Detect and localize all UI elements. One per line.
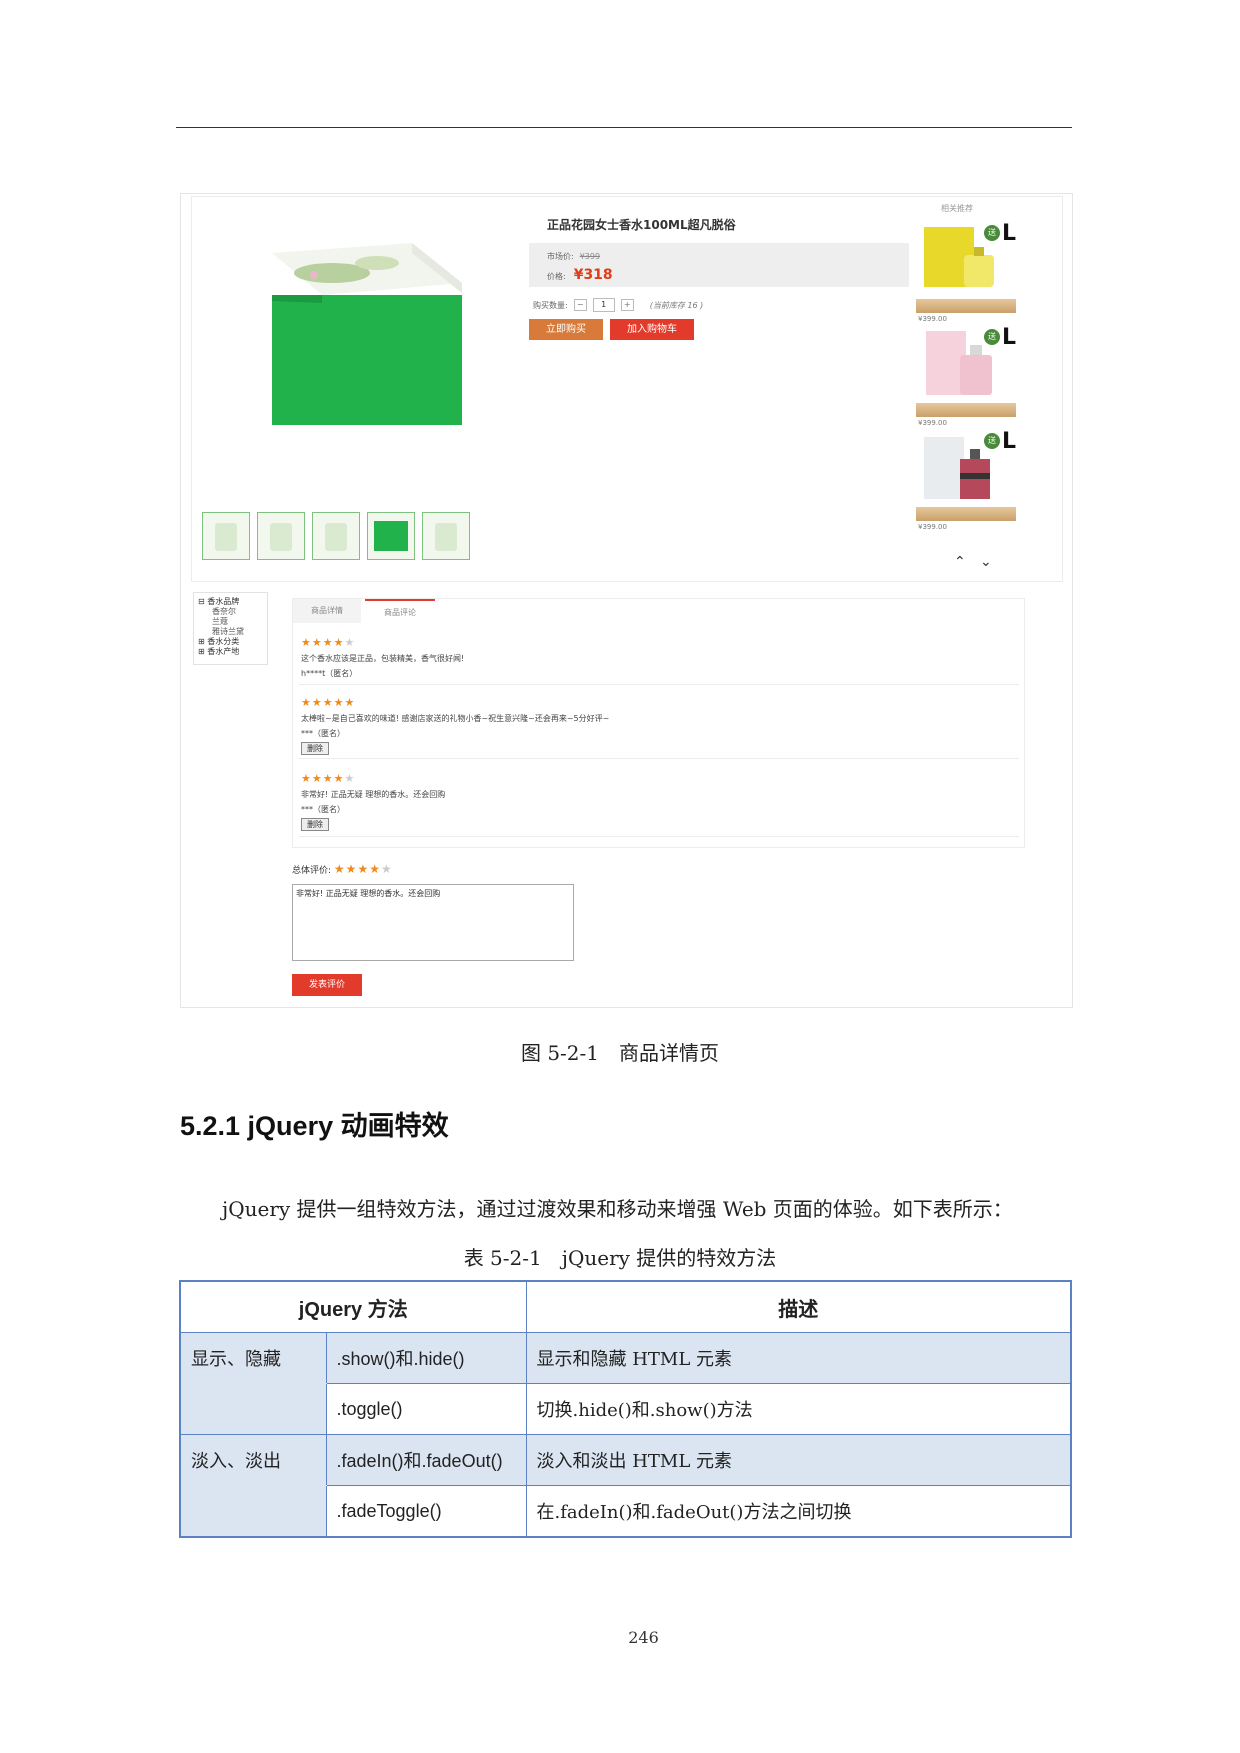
review-item: ★★★★★ 太棒啦~是自己喜欢的味道! 感谢店家送的礼物小香~祝生意兴隆~还会再… <box>299 695 1019 759</box>
review-user: ***（匿名） <box>301 805 345 814</box>
related-item[interactable]: 送 L ¥399.00 <box>916 221 1016 329</box>
related-item-bar <box>916 507 1016 521</box>
table-row: 淡入、淡出 .fadeIn()和.fadeOut() 淡入和淡出 HTML 元素 <box>179 1434 1072 1486</box>
delete-review-button[interactable]: 删除 <box>301 742 329 755</box>
description-cell: 在.fadeIn()和.fadeOut()方法之间切换 <box>525 1485 1072 1538</box>
page-number: 246 <box>628 1628 659 1647</box>
tab-details[interactable]: 商品详情 <box>293 599 361 623</box>
size-label: L <box>1002 429 1017 454</box>
price-box: 市场价: ¥399 价格: ¥318 <box>529 243 909 287</box>
product-title: 正品花园女士香水100ML超凡脱俗 <box>547 218 736 232</box>
category-brand[interactable]: ⊟ 香水品牌 <box>198 597 263 607</box>
overall-stars[interactable]: ★★★★ <box>334 862 381 876</box>
description-cell: 显示和隐藏 HTML 元素 <box>525 1332 1072 1384</box>
method-cell: .show()和.hide() <box>325 1332 527 1384</box>
review-text: 这个香水应该是正品，包装精美，香气很好闻! <box>301 654 465 663</box>
category-type[interactable]: ⊞ 香水分类 <box>198 637 263 647</box>
rating-stars: ★★★★ <box>301 636 345 649</box>
perfume-image <box>924 227 994 287</box>
method-cell: .fadeToggle() <box>325 1485 527 1538</box>
overall-label: 总体评价: <box>292 866 332 876</box>
group-cell: 显示、隐藏 <box>179 1332 327 1384</box>
size-label: L <box>1002 221 1017 246</box>
delete-review-button[interactable]: 删除 <box>301 818 329 831</box>
category-item[interactable]: 香奈尔 <box>212 607 263 617</box>
thumbnail-strip <box>202 512 470 560</box>
group-cell <box>179 1383 327 1435</box>
submit-review-button[interactable]: 发表评价 <box>292 974 362 996</box>
description-cell: 切换.hide()和.show()方法 <box>525 1383 1072 1435</box>
method-cell: .toggle() <box>325 1383 527 1435</box>
thumbnail[interactable] <box>422 512 470 560</box>
thumbnail[interactable] <box>367 512 415 560</box>
header-method: jQuery 方法 <box>179 1280 527 1333</box>
tab-reviews[interactable]: 商品评论 <box>365 599 435 623</box>
stock-text: (当前库存 16 ) <box>649 300 704 310</box>
category-origin[interactable]: ⊞ 香水产地 <box>198 647 263 657</box>
review-user: ***（匿名） <box>301 729 345 738</box>
method-cell: .fadeIn()和.fadeOut() <box>325 1434 527 1486</box>
group-cell: 淡入、淡出 <box>179 1434 327 1486</box>
quantity-plus-button[interactable]: + <box>620 299 634 311</box>
body-paragraph: jQuery 提供一组特效方法，通过过渡效果和移动来增强 Web 页面的体验。如… <box>222 1197 1013 1221</box>
category-item[interactable]: 雅诗兰黛 <box>212 627 263 637</box>
sale-price: 价格: ¥318 <box>547 267 613 283</box>
thumbnail[interactable] <box>312 512 360 560</box>
main-product-image <box>272 243 462 425</box>
rating-stars: ★★★★ <box>301 772 345 785</box>
effects-table: jQuery 方法 描述 显示、隐藏 .show()和.hide() 显示和隐藏… <box>179 1280 1072 1538</box>
chevron-up-icon[interactable]: ⌃ <box>954 554 966 570</box>
description-cell: 淡入和淡出 HTML 元素 <box>525 1434 1072 1486</box>
product-top-frame: 正品花园女士香水100ML超凡脱俗 市场价: ¥399 价格: ¥318 购买数量:… <box>191 196 1063 582</box>
gift-badge: 送 <box>984 433 1000 449</box>
quantity-row: 购买数量: − 1 + (当前库存 16 ) <box>533 298 703 312</box>
header-rule <box>176 127 1072 128</box>
review-panel: 商品详情 商品评论 ★★★★★ 这个香水应该是正品，包装精美，香气很好闻! h*… <box>292 598 1025 848</box>
quantity-minus-button[interactable]: − <box>573 299 587 311</box>
perfume-image <box>926 331 992 395</box>
table-row: .fadeToggle() 在.fadeIn()和.fadeOut()方法之间切… <box>179 1485 1072 1538</box>
related-item-bar <box>916 403 1016 417</box>
review-text: 非常好! 正品无疑 理想的香水。还会回购 <box>301 790 446 799</box>
review-user: h****t（匿名） <box>301 669 358 678</box>
related-item[interactable]: 送 L ¥399.00 <box>916 429 1016 537</box>
table-row: 显示、隐藏 .show()和.hide() 显示和隐藏 HTML 元素 <box>179 1332 1072 1384</box>
group-cell <box>179 1485 327 1538</box>
add-to-cart-button[interactable]: 加入购物车 <box>610 319 694 340</box>
related-title: 相关推荐 <box>941 204 973 213</box>
review-item: ★★★★★ 这个香水应该是正品，包装精美，香气很好闻! h****t（匿名） <box>299 635 1019 685</box>
gift-badge: 送 <box>984 225 1000 241</box>
gift-badge: 送 <box>984 329 1000 345</box>
related-item-price: ¥399.00 <box>918 315 947 323</box>
perfume-image <box>924 437 990 499</box>
rating-stars: ★★★★★ <box>301 696 356 709</box>
thumbnail[interactable] <box>202 512 250 560</box>
category-tree: ⊟ 香水品牌 香奈尔 兰蔻 雅诗兰黛 ⊞ 香水分类 ⊞ 香水产地 <box>193 592 268 665</box>
market-price: 市场价: ¥399 <box>547 252 601 261</box>
related-item-price: ¥399.00 <box>918 419 947 427</box>
quantity-label: 购买数量: <box>533 300 568 310</box>
overall-rating: 总体评价: ★★★★★ <box>292 862 393 876</box>
size-label: L <box>1002 325 1017 350</box>
chevron-down-icon[interactable]: ⌄ <box>980 554 992 570</box>
quantity-input[interactable]: 1 <box>592 298 615 312</box>
category-item[interactable]: 兰蔻 <box>212 617 263 627</box>
table-header-row: jQuery 方法 描述 <box>179 1280 1072 1333</box>
thumbnail[interactable] <box>257 512 305 560</box>
table-row: .toggle() 切换.hide()和.show()方法 <box>179 1383 1072 1435</box>
buy-now-button[interactable]: 立即购买 <box>529 319 603 340</box>
product-detail-screenshot: 正品花园女士香水100ML超凡脱俗 市场价: ¥399 价格: ¥318 购买数量:… <box>180 193 1073 1008</box>
comment-textarea[interactable]: 非常好! 正品无疑 理想的香水。还会回购 <box>292 884 574 961</box>
review-text: 太棒啦~是自己喜欢的味道! 感谢店家送的礼物小香~祝生意兴隆~还会再来~5分好评… <box>301 714 610 723</box>
related-item-bar <box>916 299 1016 313</box>
table-caption: 表 5-2-1 jQuery 提供的特效方法 <box>463 1246 777 1270</box>
section-title: 5.2.1 jQuery 动画特效 <box>180 1111 449 1141</box>
figure-caption: 图 5-2-1 商品详情页 <box>520 1041 720 1065</box>
header-description: 描述 <box>525 1280 1072 1333</box>
related-item[interactable]: 送 L ¥399.00 <box>916 325 1016 433</box>
review-item: ★★★★★ 非常好! 正品无疑 理想的香水。还会回购 ***（匿名） 删除 <box>299 771 1019 837</box>
related-item-price: ¥399.00 <box>918 523 947 531</box>
